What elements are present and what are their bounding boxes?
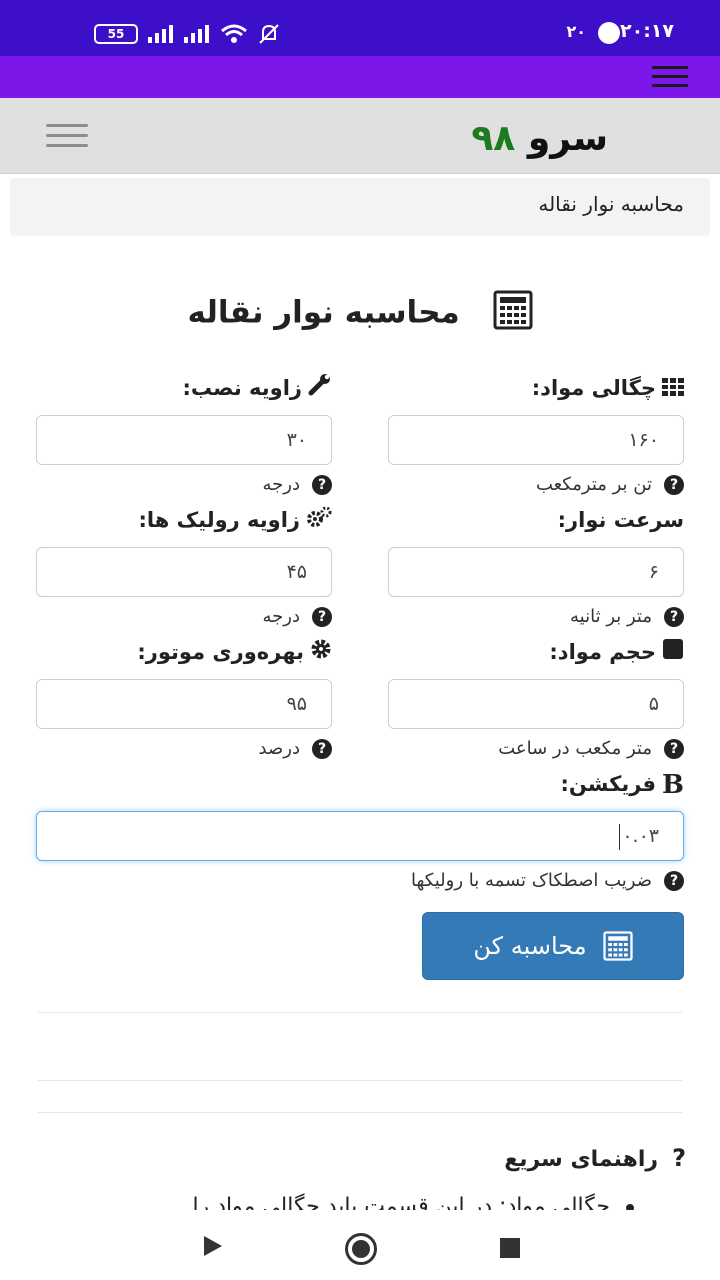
divider	[38, 1012, 682, 1013]
motor-efficiency-input[interactable]: ۹۵	[36, 679, 332, 729]
volume-label: حجم مواد:	[388, 636, 684, 668]
belt-speed-input[interactable]: ۶	[388, 547, 684, 597]
question-circle-icon: ?	[664, 475, 684, 495]
friction-hint: ? ضریب اصطکاک تسمه با رولیکها	[36, 868, 684, 894]
question-icon: ?	[672, 1144, 686, 1172]
question-circle-icon: ?	[312, 475, 332, 495]
brand-number: ۹۸	[471, 118, 516, 159]
text-cursor	[619, 823, 621, 850]
volume-hint-text: متر مکعب در ساعت	[498, 738, 652, 759]
roller-angle-input[interactable]: ۴۵	[36, 547, 332, 597]
density-hint: ? تن بر مترمکعب	[388, 472, 684, 498]
density-label: چگالی مواد:	[388, 372, 684, 404]
belt-speed-label-text: سرعت نوار:	[557, 508, 684, 532]
motor-efficiency-field: بهره‌وری موتور: ۹۵ ? درصد	[36, 636, 332, 762]
belt-speed-hint: ? متر بر ثانیه	[388, 604, 684, 630]
volume-hint: ? متر مکعب در ساعت	[388, 736, 684, 762]
battery-icon: 55	[94, 24, 138, 44]
friction-input-value: ۰.۰۳	[622, 825, 659, 847]
friction-label: Bفریکشن:	[36, 768, 684, 800]
cube-icon	[662, 637, 684, 669]
system-nav-bar	[0, 1210, 720, 1280]
gears-icon	[306, 505, 332, 537]
signal-icon	[148, 25, 173, 43]
motor-efficiency-hint: ? درصد	[36, 736, 332, 762]
navbar-toggle-icon[interactable]	[46, 124, 88, 148]
bold-b-icon: B	[662, 770, 684, 800]
site-logo[interactable]: سرو ۹۸	[471, 118, 608, 159]
guide-list-item: چگالی مواد: در این قسمت باید چگالی مواد …	[192, 1194, 610, 1212]
calculate-button-label: محاسبه کن	[473, 932, 587, 960]
density-label-text: چگالی مواد:	[531, 376, 656, 400]
density-hint-text: تن بر مترمکعب	[535, 474, 652, 495]
install-angle-input[interactable]: ۳۰	[36, 415, 332, 465]
quick-guide-title-text: راهنمای سریع	[504, 1147, 659, 1172]
roller-angle-field: زاویه رولیک ها: ۴۵ ? درجه	[36, 504, 332, 630]
density-field: چگالی مواد: ۱۶۰ ? تن بر مترمکعب	[388, 372, 684, 498]
check-badge-icon	[598, 22, 620, 44]
install-angle-label: زاویه نصب:	[36, 372, 332, 404]
motor-efficiency-hint-text: درصد	[258, 738, 300, 759]
wifi-icon	[221, 24, 247, 43]
signal-icon-2	[184, 25, 209, 43]
friction-label-text: فریکشن:	[560, 772, 657, 796]
app-bar	[0, 56, 720, 98]
belt-speed-label: سرعت نوار:	[388, 504, 684, 536]
calculator-icon	[493, 290, 533, 338]
home-icon[interactable]	[345, 1233, 377, 1265]
page-title-text: محاسبه نوار نقاله	[187, 294, 460, 331]
page-title: محاسبه نوار نقاله	[0, 290, 720, 338]
install-angle-hint-text: درجه	[262, 474, 301, 495]
menu-icon[interactable]	[652, 66, 688, 88]
question-circle-icon: ?	[312, 607, 332, 627]
question-circle-icon: ?	[664, 607, 684, 627]
belt-speed-hint-text: متر بر ثانیه	[570, 606, 652, 627]
friction-hint-text: ضریب اصطکاک تسمه با رولیکها	[410, 870, 652, 891]
clock: ۲۰:۱۷	[620, 20, 674, 42]
friction-input[interactable]: ۰.۰۳	[36, 811, 684, 861]
wrench-icon	[308, 373, 332, 405]
density-input[interactable]: ۱۶۰	[388, 415, 684, 465]
recent-apps-icon[interactable]	[500, 1238, 520, 1258]
roller-angle-hint-text: درجه	[262, 606, 301, 627]
divider	[38, 1080, 682, 1081]
back-icon[interactable]	[204, 1236, 222, 1256]
calculate-button[interactable]: محاسبه کن	[422, 912, 684, 980]
motor-efficiency-label: بهره‌وری موتور:	[36, 636, 332, 668]
question-circle-icon: ?	[664, 871, 684, 891]
quick-guide-title: ? راهنمای سریع	[504, 1144, 686, 1172]
divider	[38, 1112, 682, 1113]
calculator-icon	[602, 931, 633, 961]
brand-name: سرو	[527, 118, 608, 159]
belt-speed-field: سرعت نوار: ۶ ? متر بر ثانیه	[388, 504, 684, 630]
volume-field: حجم مواد: ۵ ? متر مکعب در ساعت	[388, 636, 684, 762]
bell-off-icon	[259, 24, 279, 44]
site-navbar: سرو ۹۸	[0, 98, 720, 174]
install-angle-hint: ? درجه	[36, 472, 332, 498]
roller-angle-label: زاویه رولیک ها:	[36, 504, 332, 536]
roller-angle-hint: ? درجه	[36, 604, 332, 630]
volume-label-text: حجم مواد:	[549, 640, 656, 664]
question-circle-icon: ?	[664, 739, 684, 759]
grid-icon	[662, 373, 684, 405]
volume-input[interactable]: ۵	[388, 679, 684, 729]
breadcrumb: محاسبه نوار نقاله	[10, 178, 710, 236]
motor-efficiency-label-text: بهره‌وری موتور:	[137, 640, 304, 664]
notification-count: ۲۰	[566, 22, 586, 41]
install-angle-label-text: زاویه نصب:	[182, 376, 302, 400]
status-icons: 55	[94, 22, 280, 46]
question-circle-icon: ?	[312, 739, 332, 759]
status-bar: 55 ۲۰ ۲۰:۱۷	[0, 0, 720, 56]
roller-angle-label-text: زاویه رولیک ها:	[138, 508, 300, 532]
friction-field: Bفریکشن: ۰.۰۳ ? ضریب اصطکاک تسمه با رولیک…	[36, 768, 684, 894]
install-angle-field: زاویه نصب: ۳۰ ? درجه	[36, 372, 332, 498]
gear-icon	[310, 637, 332, 669]
